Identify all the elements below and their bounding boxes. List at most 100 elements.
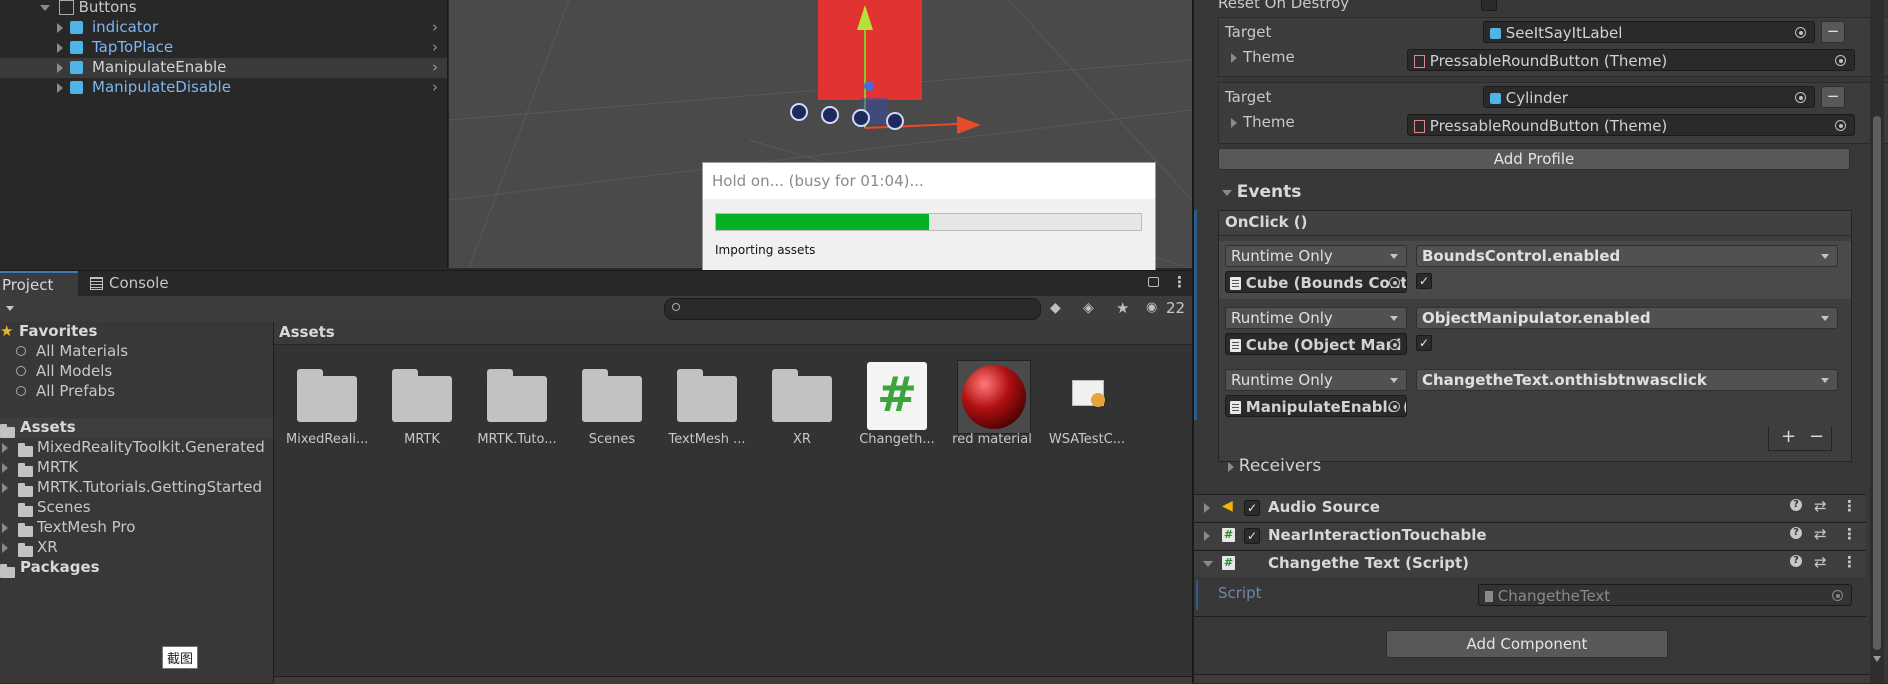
- help-icon[interactable]: ?: [1790, 555, 1802, 567]
- hierarchy-item-selected[interactable]: ManipulateEnable ›: [0, 58, 448, 78]
- tree-folder-item[interactable]: MRTK: [0, 458, 273, 478]
- chevron-right-icon[interactable]: ›: [432, 38, 438, 56]
- event-object-field[interactable]: Cube (Object Mani: [1225, 333, 1407, 355]
- tree-folder-item[interactable]: MixedRealityToolkit.Generated: [0, 438, 273, 458]
- expand-arrow-icon[interactable]: [1204, 503, 1210, 513]
- preset-icon[interactable]: ⇄: [1814, 553, 1827, 571]
- tree-folder-item[interactable]: XR: [0, 538, 273, 558]
- create-dropdown-icon[interactable]: [6, 306, 14, 311]
- lock-icon[interactable]: [1148, 277, 1159, 287]
- remove-listener-button[interactable]: −: [1809, 426, 1824, 447]
- filter-type-icon[interactable]: ◆: [1050, 300, 1061, 316]
- component-menu-icon[interactable]: ⋮: [1842, 525, 1857, 543]
- asset-tile[interactable]: Scenes: [577, 360, 647, 456]
- collapse-arrow-icon[interactable]: [1222, 189, 1232, 196]
- function-dropdown[interactable]: ChangetheText.onthisbtnwasclick: [1416, 369, 1838, 391]
- add-profile-button[interactable]: Add Profile: [1218, 148, 1850, 170]
- expand-arrow-icon[interactable]: [2, 483, 8, 493]
- object-picker-icon[interactable]: [1835, 55, 1846, 66]
- tree-folder-item[interactable]: Scenes: [0, 498, 273, 518]
- enabled-checkbox[interactable]: ✓: [1416, 273, 1432, 289]
- object-picker-icon[interactable]: [1835, 120, 1846, 131]
- asset-tile[interactable]: TextMesh ...: [668, 360, 746, 456]
- hierarchy-item[interactable]: ManipulateDisable ›: [0, 78, 448, 98]
- more-options-icon[interactable]: ⋮: [1172, 273, 1187, 291]
- enabled-checkbox[interactable]: ✓: [1416, 335, 1432, 351]
- help-icon[interactable]: ?: [1790, 499, 1802, 511]
- expand-arrow-icon[interactable]: [57, 63, 63, 73]
- chevron-right-icon[interactable]: ›: [432, 18, 438, 36]
- packages-root[interactable]: Packages: [0, 558, 273, 578]
- inspector-scrollbar[interactable]: [1870, 0, 1884, 683]
- target-field[interactable]: Cylinder: [1483, 86, 1815, 108]
- runtime-mode-dropdown[interactable]: Runtime Only: [1225, 369, 1407, 391]
- collapse-arrow-icon[interactable]: [1203, 561, 1213, 567]
- receivers-header[interactable]: Receivers: [1228, 456, 1321, 476]
- asset-tile[interactable]: MRTK: [387, 360, 457, 456]
- search-input[interactable]: [664, 298, 1041, 320]
- expand-arrow-icon[interactable]: [40, 4, 50, 11]
- component-enabled-checkbox[interactable]: ✓: [1244, 500, 1260, 516]
- asset-tile[interactable]: # Changeth...: [859, 360, 935, 456]
- expand-arrow-icon[interactable]: [1228, 461, 1234, 472]
- event-object-field[interactable]: ManipulateEnable (: [1225, 395, 1407, 417]
- component-header[interactable]: # ✓ NearInteractionTouchable ? ⇄ ⋮: [1194, 522, 1866, 549]
- filter-label-icon[interactable]: ◈: [1083, 300, 1094, 316]
- asset-tile[interactable]: XR: [767, 360, 837, 456]
- add-component-button[interactable]: Add Component: [1386, 630, 1668, 658]
- expand-arrow-icon[interactable]: [2, 523, 8, 533]
- expand-arrow-icon[interactable]: [2, 443, 8, 453]
- component-enabled-checkbox[interactable]: ✓: [1244, 528, 1260, 544]
- assets-breadcrumb[interactable]: Assets: [279, 323, 335, 341]
- tree-folder-item[interactable]: MRTK.Tutorials.GettingStarted: [0, 478, 273, 498]
- component-header[interactable]: # Changethe Text (Script) ? ⇄ ⋮: [1194, 550, 1866, 577]
- expand-arrow-icon[interactable]: [1204, 531, 1210, 541]
- chevron-right-icon[interactable]: ›: [432, 78, 438, 96]
- chevron-right-icon[interactable]: ›: [432, 58, 438, 76]
- expand-arrow-icon[interactable]: [57, 23, 63, 33]
- preset-icon[interactable]: ⇄: [1814, 497, 1827, 515]
- add-listener-button[interactable]: +: [1781, 426, 1796, 447]
- hidden-packages-icon[interactable]: ◉: [1146, 300, 1157, 315]
- tree-folder-item[interactable]: TextMesh Pro: [0, 518, 273, 538]
- expand-arrow-icon[interactable]: [57, 83, 63, 93]
- asset-tile[interactable]: red material: [952, 360, 1032, 456]
- theme-field[interactable]: PressableRoundButton (Theme): [1407, 49, 1855, 71]
- event-object-field[interactable]: Cube (Bounds Cont: [1225, 271, 1407, 293]
- hierarchy-item[interactable]: TapToPlace ›: [0, 38, 448, 58]
- expand-arrow-icon[interactable]: [1231, 53, 1237, 63]
- component-menu-icon[interactable]: ⋮: [1842, 497, 1857, 515]
- preset-icon[interactable]: ⇄: [1814, 525, 1827, 543]
- tab-project[interactable]: Project: [0, 271, 78, 299]
- function-dropdown[interactable]: BoundsControl.enabled: [1416, 245, 1838, 267]
- asset-tile[interactable]: WSATestC...: [1049, 360, 1125, 456]
- help-icon[interactable]: ?: [1790, 527, 1802, 539]
- reset-on-destroy-checkbox[interactable]: [1481, 0, 1497, 11]
- hierarchy-parent-row[interactable]: Buttons: [40, 0, 137, 16]
- object-picker-icon[interactable]: [1795, 92, 1806, 103]
- theme-field[interactable]: PressableRoundButton (Theme): [1407, 114, 1855, 136]
- component-header[interactable]: ◀ ✓ Audio Source ? ⇄ ⋮: [1194, 494, 1866, 521]
- component-menu-icon[interactable]: ⋮: [1842, 553, 1857, 571]
- expand-arrow-icon[interactable]: [2, 543, 8, 553]
- favorite-star-icon[interactable]: ★: [1116, 299, 1129, 317]
- asset-tile[interactable]: MRTK.Tuto...: [477, 360, 557, 456]
- scrollbar-thumb[interactable]: [1873, 116, 1881, 650]
- asset-tile[interactable]: MixedReali...: [286, 360, 368, 456]
- hierarchy-item[interactable]: indicator ›: [0, 18, 448, 38]
- scroll-down-arrow-icon[interactable]: [1873, 656, 1881, 662]
- events-header[interactable]: Events: [1222, 182, 1301, 202]
- progress-dialog-titlebar[interactable]: Hold on... (busy for 01:04)...: [703, 163, 1155, 199]
- assets-root[interactable]: Assets: [0, 418, 273, 438]
- remove-target-button[interactable]: −: [1821, 21, 1845, 43]
- runtime-mode-dropdown[interactable]: Runtime Only: [1225, 307, 1407, 329]
- expand-arrow-icon[interactable]: [1231, 118, 1237, 128]
- function-dropdown[interactable]: ObjectManipulator.enabled: [1416, 307, 1838, 329]
- object-picker-icon[interactable]: [1389, 277, 1400, 288]
- expand-arrow-icon[interactable]: [57, 43, 63, 53]
- object-picker-icon[interactable]: [1389, 339, 1400, 350]
- expand-arrow-icon[interactable]: [2, 463, 8, 473]
- tab-console[interactable]: Console: [88, 271, 178, 297]
- target-field[interactable]: SeeItSayItLabel: [1483, 21, 1815, 43]
- remove-target-button[interactable]: −: [1821, 86, 1845, 108]
